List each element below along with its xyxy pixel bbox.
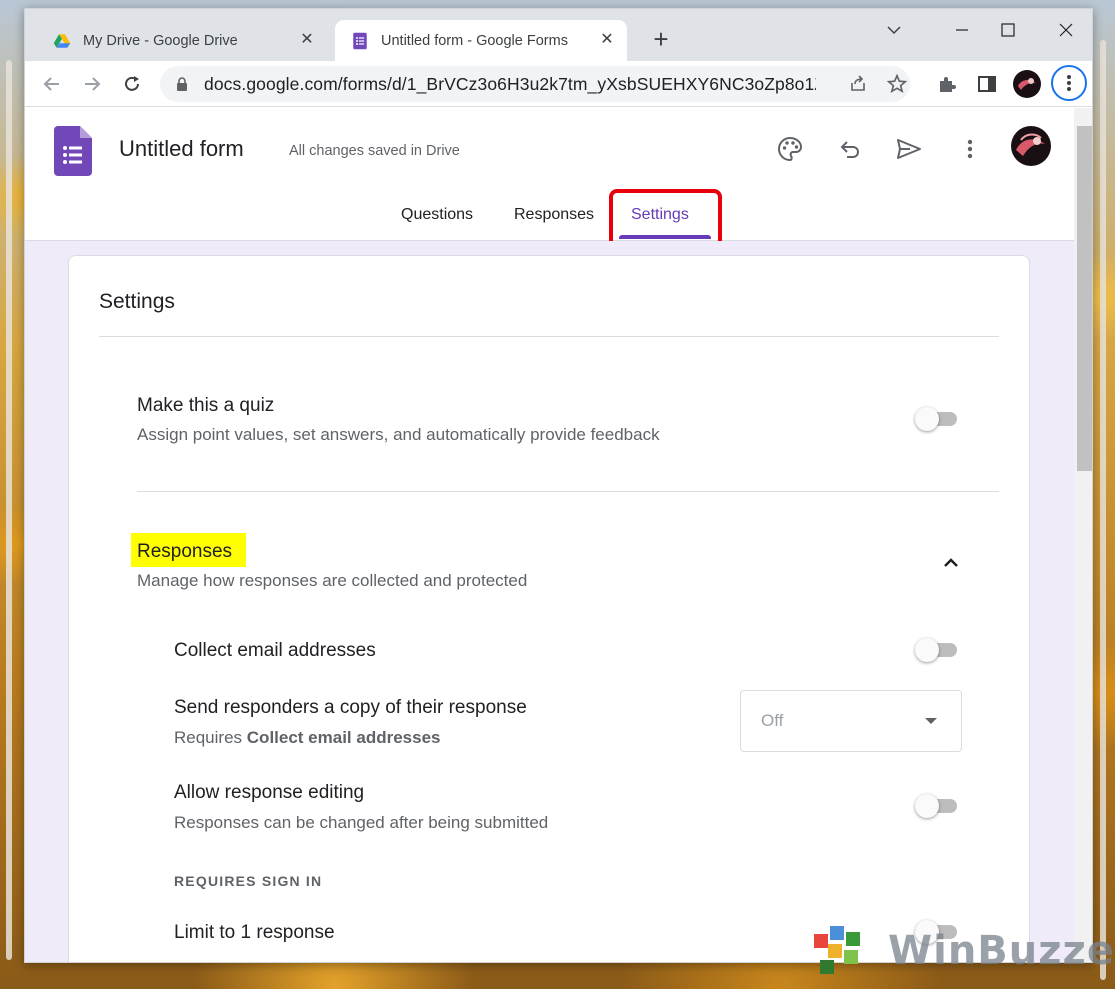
close-tab-icon[interactable]: ✕ bbox=[597, 30, 617, 50]
profile-avatar[interactable] bbox=[1012, 69, 1042, 99]
tab-search-icon[interactable] bbox=[871, 15, 917, 45]
tab-google-forms[interactable]: Untitled form - Google Forms ✕ bbox=[335, 20, 627, 61]
tab-title: My Drive - Google Drive bbox=[83, 32, 238, 49]
url-text: docs.google.com/forms/d/1_BrVCz3o6H3u2k7… bbox=[204, 73, 816, 94]
back-icon[interactable] bbox=[37, 69, 67, 99]
maximize-button[interactable] bbox=[985, 15, 1031, 45]
dropdown-arrow-icon bbox=[925, 718, 937, 724]
responses-section-description: Manage how responses are collected and p… bbox=[137, 571, 528, 590]
tree-trunk bbox=[1100, 40, 1106, 980]
forms-header: Untitled form All changes saved in Drive… bbox=[25, 108, 1074, 248]
bookmark-star-icon[interactable] bbox=[886, 73, 908, 95]
close-tab-icon[interactable]: ✕ bbox=[297, 30, 317, 50]
responses-section-title[interactable]: Responses bbox=[137, 541, 232, 563]
scrollbar-thumb[interactable] bbox=[1077, 126, 1092, 471]
address-bar[interactable]: docs.google.com/forms/d/1_BrVCz3o6H3u2k7… bbox=[160, 66, 910, 102]
chrome-menu-icon[interactable] bbox=[1051, 65, 1087, 101]
new-tab-button[interactable]: + bbox=[647, 26, 675, 54]
lock-icon[interactable] bbox=[176, 77, 188, 91]
send-icon[interactable] bbox=[892, 132, 926, 166]
tab-strip: My Drive - Google Drive ✕ Untitled form … bbox=[25, 9, 1092, 61]
palette-icon[interactable] bbox=[773, 132, 807, 166]
allow-editing-toggle[interactable] bbox=[915, 794, 961, 818]
quiz-toggle[interactable] bbox=[915, 407, 961, 431]
send-copy-select[interactable]: Off bbox=[740, 690, 962, 752]
google-forms-logo-icon[interactable] bbox=[54, 126, 92, 176]
account-avatar[interactable] bbox=[1011, 126, 1051, 166]
highlight-annotation bbox=[609, 189, 722, 248]
requires-sign-in-heading: REQUIRES SIGN IN bbox=[174, 873, 323, 889]
tab-questions[interactable]: Questions bbox=[401, 206, 473, 224]
quiz-description: Assign point values, set answers, and au… bbox=[137, 425, 660, 444]
tab-title: Untitled form - Google Forms bbox=[381, 32, 568, 49]
divider bbox=[137, 491, 999, 492]
winbuzzer-logo-icon bbox=[814, 926, 860, 974]
allow-editing-title: Allow response editing bbox=[174, 782, 365, 803]
quiz-title: Make this a quiz bbox=[137, 395, 275, 416]
extensions-icon[interactable] bbox=[932, 69, 962, 99]
forward-icon[interactable] bbox=[77, 69, 107, 99]
google-forms-icon bbox=[353, 32, 367, 49]
more-options-icon[interactable] bbox=[953, 132, 987, 166]
collect-email-toggle[interactable] bbox=[915, 638, 961, 662]
undo-icon[interactable] bbox=[833, 132, 867, 166]
browser-window: My Drive - Google Drive ✕ Untitled form … bbox=[24, 8, 1093, 963]
settings-card: Settings Make this a quiz Assign point v… bbox=[68, 255, 1030, 962]
share-icon[interactable] bbox=[848, 74, 868, 94]
reload-icon[interactable] bbox=[117, 69, 147, 99]
send-copy-value: Off bbox=[761, 711, 784, 730]
close-window-button[interactable] bbox=[1043, 15, 1089, 45]
tab-responses[interactable]: Responses bbox=[514, 206, 594, 224]
tree-trunk bbox=[6, 60, 12, 960]
send-copy-requirement: Requires Collect email addresses bbox=[174, 728, 441, 747]
watermark-text: WinBuzzer bbox=[888, 928, 1115, 974]
settings-page: Settings Make this a quiz Assign point v… bbox=[25, 241, 1074, 962]
minimize-button[interactable] bbox=[939, 15, 985, 45]
google-drive-icon bbox=[53, 33, 71, 48]
send-copy-title: Send responders a copy of their response bbox=[174, 697, 527, 718]
chevron-up-icon[interactable] bbox=[939, 551, 963, 575]
winbuzzer-watermark: WinBuzzer bbox=[810, 922, 1115, 984]
limit-one-title: Limit to 1 response bbox=[174, 922, 335, 943]
collect-email-title: Collect email addresses bbox=[174, 640, 376, 661]
settings-heading: Settings bbox=[99, 290, 175, 313]
save-status: All changes saved in Drive bbox=[289, 143, 460, 159]
allow-editing-description: Responses can be changed after being sub… bbox=[174, 813, 549, 832]
browser-toolbar: docs.google.com/forms/d/1_BrVCz3o6H3u2k7… bbox=[25, 61, 1092, 107]
tab-google-drive[interactable]: My Drive - Google Drive ✕ bbox=[37, 20, 327, 61]
form-title[interactable]: Untitled form bbox=[119, 136, 244, 162]
side-panel-icon[interactable] bbox=[972, 69, 1002, 99]
divider bbox=[99, 336, 999, 337]
